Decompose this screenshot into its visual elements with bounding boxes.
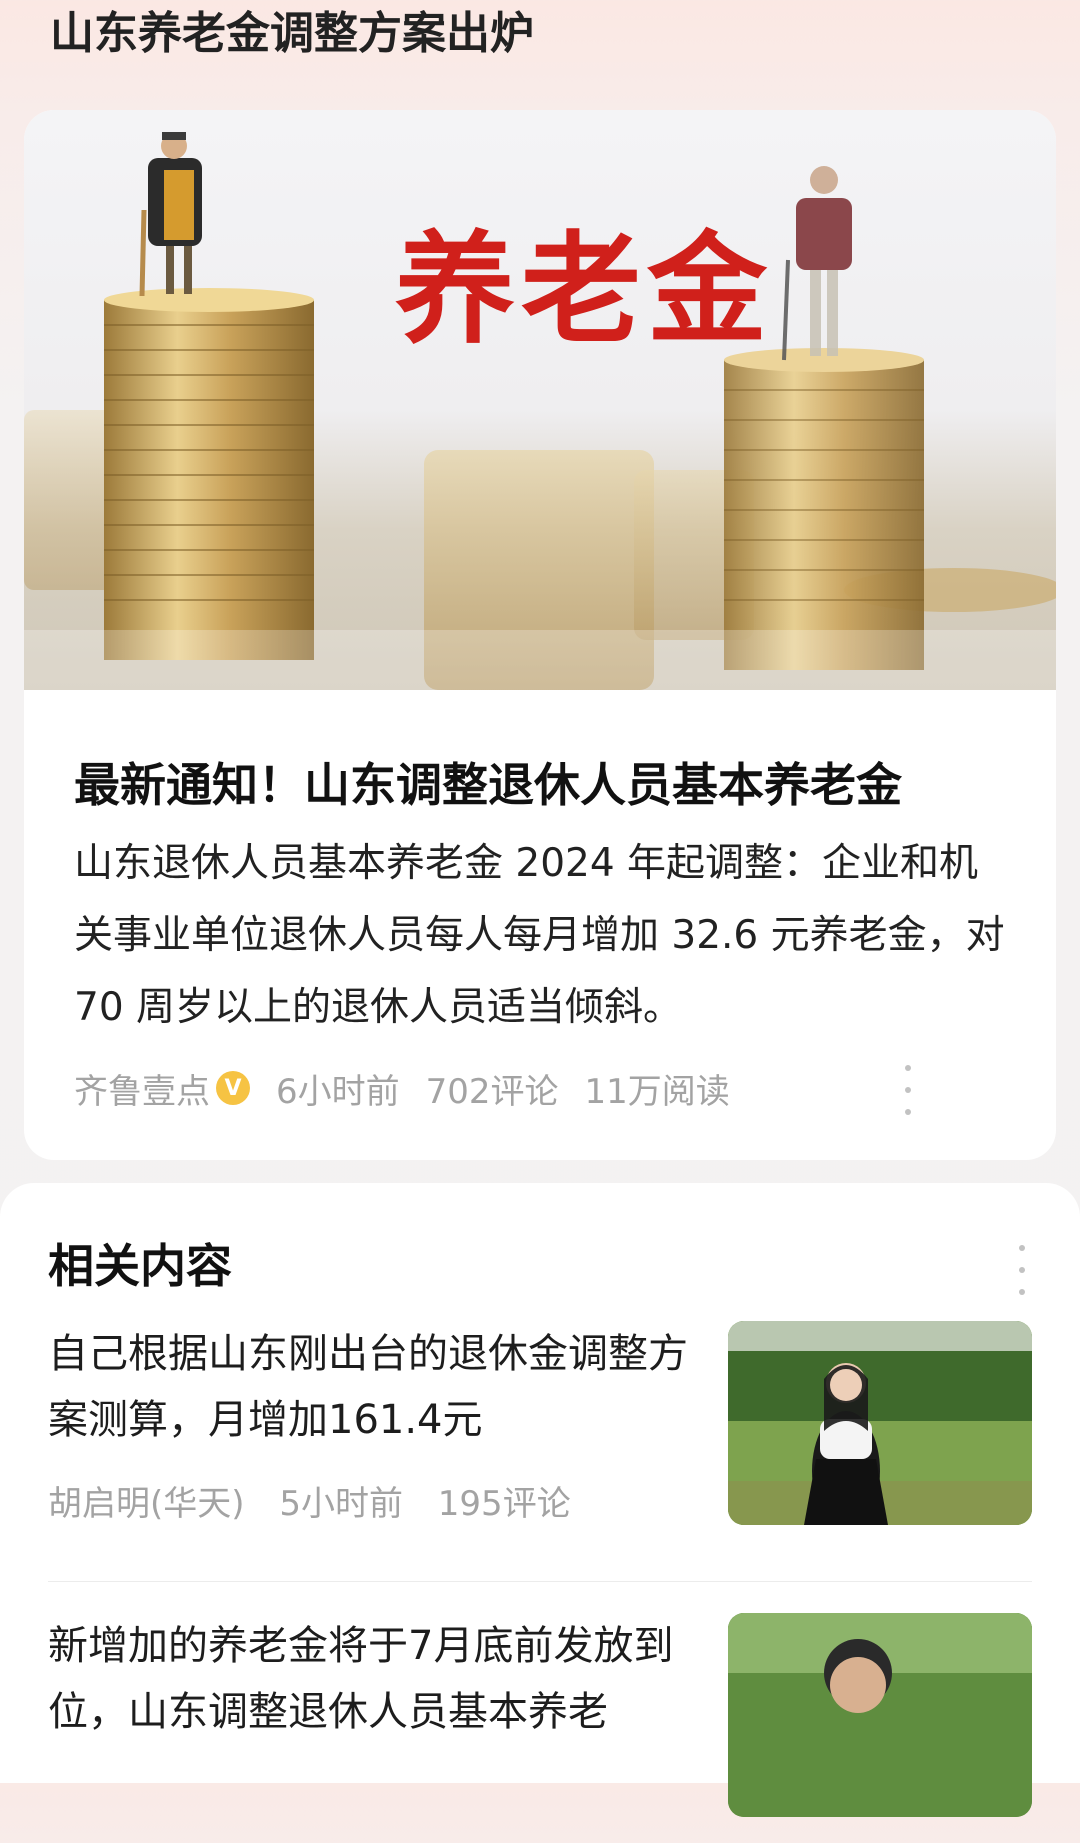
author-name[interactable]: 胡启明(华天)	[48, 1484, 245, 1524]
page-title: 山东养老金调整方案出炉	[50, 8, 534, 59]
more-vertical-icon[interactable]	[896, 1065, 920, 1115]
divider	[48, 1581, 1032, 1582]
man-photo	[728, 1613, 1032, 1817]
article-title[interactable]: 最新通知！山东调整退休人员基本养老金	[74, 750, 1014, 820]
related-item-meta: 胡启明(华天) 5小时前 195评论	[48, 1479, 688, 1529]
verified-badge-icon: V	[216, 1071, 250, 1105]
related-item-title[interactable]: 新增加的养老金将于7月底前发放到位，山东调整退休人员基本养老	[48, 1613, 688, 1749]
left-coin-stack	[104, 288, 314, 660]
comment-count[interactable]: 702评论	[426, 1064, 559, 1113]
section-title: 相关内容	[48, 1239, 232, 1293]
article-meta: 齐鲁壹点 V 6小时前 702评论 11万阅读	[74, 1060, 974, 1116]
woman-photo	[728, 1321, 1032, 1525]
related-item-thumbnail[interactable]	[728, 1321, 1032, 1525]
related-item[interactable]: 自己根据山东刚出台的退休金调整方案测算，月增加161.4元 胡启明(华天) 5小…	[48, 1321, 1032, 1551]
hero-image[interactable]: 养老金	[24, 110, 1056, 690]
source-name[interactable]: 齐鲁壹点	[74, 1064, 210, 1113]
comment-count[interactable]: 195评论	[438, 1484, 571, 1524]
related-item[interactable]: 新增加的养老金将于7月底前发放到位，山东调整退休人员基本养老	[48, 1613, 1032, 1843]
read-count: 11万阅读	[584, 1071, 730, 1112]
related-item-thumbnail[interactable]	[728, 1613, 1032, 1817]
right-coin-stack	[724, 348, 924, 670]
coin-stacks-illustration	[24, 132, 1056, 690]
news-card[interactable]: 养老金 最新通知！山东调整退休人员基本养老金 山东退休人员基本养老金 2024 …	[24, 110, 1056, 1160]
related-item-title[interactable]: 自己根据山东刚出台的退休金调整方案测算，月增加161.4元	[48, 1321, 688, 1457]
more-vertical-icon[interactable]	[1010, 1245, 1034, 1295]
elderly-figure-left	[139, 132, 202, 297]
publish-time: 6小时前	[276, 1071, 400, 1112]
hero-image-headline: 养老金	[395, 219, 773, 360]
related-section: 相关内容 自己根据山东刚出台的退休金调整方案测算，月增加161.4元 胡启明(华…	[0, 1183, 1080, 1817]
publish-time: 5小时前	[279, 1484, 403, 1524]
article-summary[interactable]: 山东退休人员基本养老金 2024 年起调整：企业和机关事业单位退休人员每人每月增…	[74, 828, 1014, 1048]
